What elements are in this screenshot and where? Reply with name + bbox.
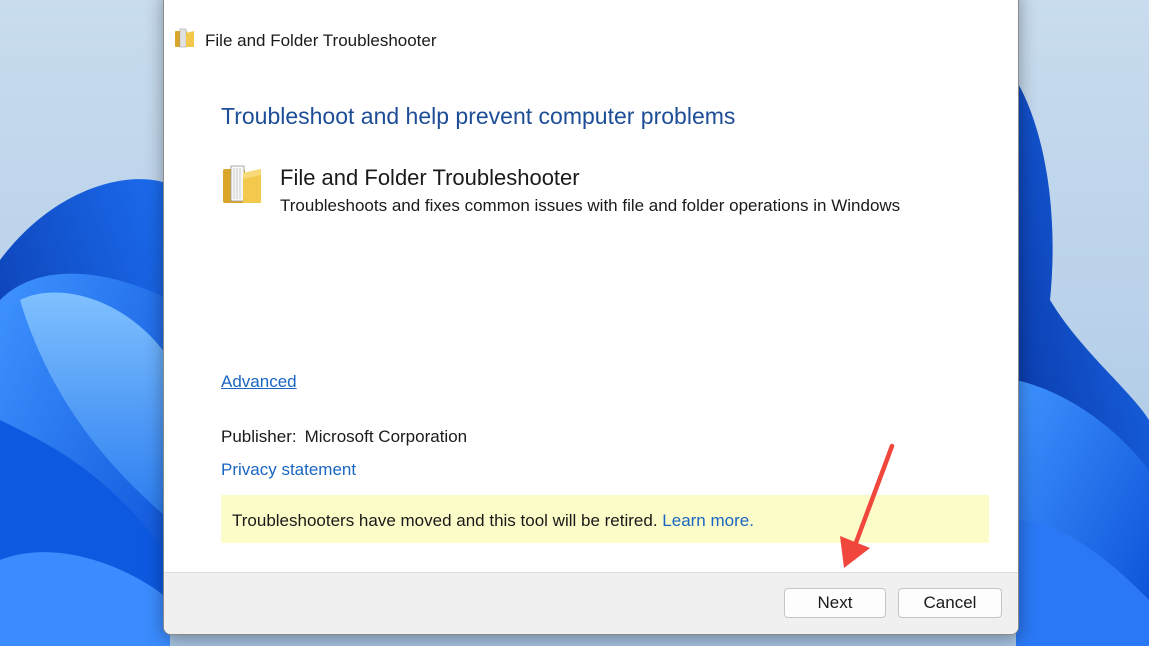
cancel-button[interactable]: Cancel	[898, 588, 1002, 618]
publisher-value: Microsoft Corporation	[304, 427, 468, 446]
publisher-label: Publisher:	[221, 427, 297, 446]
learn-more-link[interactable]: Learn more.	[662, 511, 754, 530]
troubleshooter-name: File and Folder Troubleshooter	[280, 165, 580, 190]
annotation-arrow-icon	[840, 443, 895, 568]
notice-text: Troubleshooters have moved and this tool…	[232, 511, 658, 530]
page-title: Troubleshoot and help prevent computer p…	[221, 103, 736, 129]
advanced-link[interactable]: Advanced	[221, 372, 297, 392]
folder-icon	[223, 165, 261, 203]
title-bar: File and Folder Troubleshooter	[164, 1, 1018, 57]
next-button[interactable]: Next	[784, 588, 886, 618]
notice-text-wrapper: Troubleshooters have moved and this tool…	[232, 511, 754, 531]
troubleshooter-description: Troubleshoots and fixes common issues wi…	[280, 196, 901, 215]
publisher-info: Publisher: Microsoft Corporation	[221, 427, 467, 447]
window-title: File and Folder Troubleshooter	[205, 31, 437, 50]
folder-icon	[175, 28, 194, 48]
dialog-footer: Next Cancel	[164, 572, 1018, 634]
privacy-statement-link[interactable]: Privacy statement	[221, 460, 356, 480]
